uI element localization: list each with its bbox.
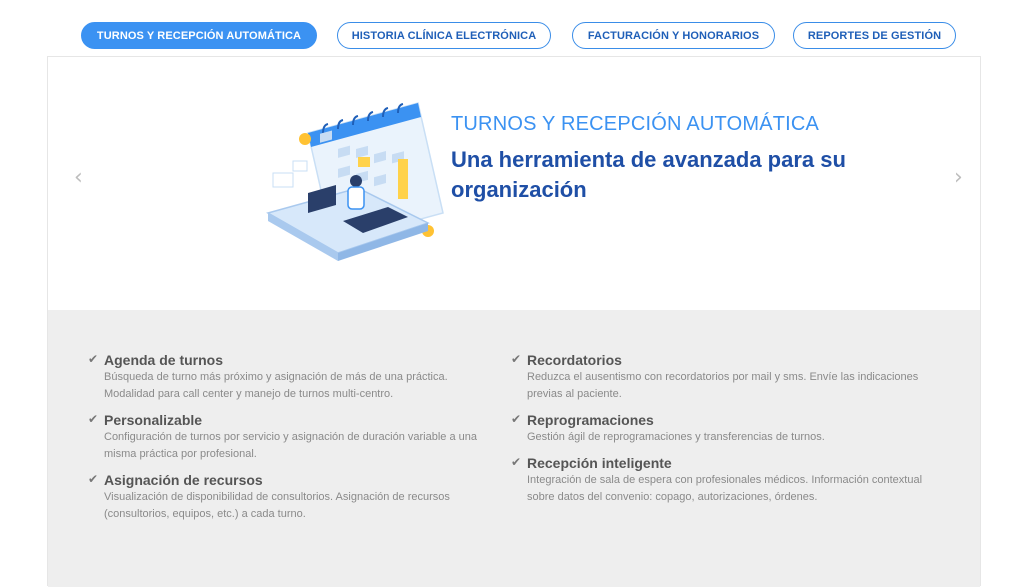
- check-icon: ✔: [88, 472, 99, 486]
- tab-historia-clinica[interactable]: HISTORIA CLÍNICA ELECTRÓNICA: [337, 22, 551, 49]
- check-icon: ✔: [511, 412, 522, 426]
- feature-item: ✔ Asignación de recursos Visualización d…: [88, 472, 498, 523]
- feature-description: Gestión ágil de reprogramaciones y trans…: [527, 431, 825, 443]
- feature-title: Personalizable: [104, 412, 203, 428]
- feature-title: Recepción inteligente: [527, 455, 672, 471]
- feature-description: Visualización de disponibilidad de consu…: [104, 491, 450, 520]
- feature-item: ✔ Agenda de turnos Búsqueda de turno más…: [88, 352, 498, 403]
- check-icon: ✔: [88, 412, 99, 426]
- content-panel: ‹ TURNOS Y RECEPCIÓN AUTOMÁTICA Una herr…: [47, 56, 981, 587]
- feature-title: Recordatorios: [527, 352, 622, 368]
- carousel-prev-arrow-icon[interactable]: ‹: [74, 165, 83, 190]
- carousel: ‹ TURNOS Y RECEPCIÓN AUTOMÁTICA Una herr…: [48, 57, 980, 310]
- feature-item: ✔ Recordatorios Reduzca el ausentismo co…: [511, 352, 931, 403]
- feature-description: Búsqueda de turno más próximo y asignaci…: [104, 371, 448, 400]
- tab-reportes[interactable]: REPORTES DE GESTIÓN: [793, 22, 956, 49]
- feature-title: Reprogramaciones: [527, 412, 654, 428]
- carousel-subtitle: TURNOS Y RECEPCIÓN AUTOMÁTICA: [451, 113, 820, 135]
- calendar-doctor-illustration-icon: [266, 102, 444, 261]
- feature-item: ✔ Recepción inteligente Integración de s…: [511, 455, 931, 506]
- tab-turnos[interactable]: TURNOS Y RECEPCIÓN AUTOMÁTICA: [81, 22, 317, 49]
- carousel-title: Una herramienta de avanzada para su orga…: [451, 147, 846, 202]
- features-right-column: ✔ Recordatorios Reduzca el ausentismo co…: [511, 352, 931, 515]
- features-section: ✔ Agenda de turnos Búsqueda de turno más…: [48, 310, 980, 587]
- features-left-column: ✔ Agenda de turnos Búsqueda de turno más…: [88, 352, 498, 532]
- tab-facturacion[interactable]: FACTURACIÓN Y HONORARIOS: [572, 22, 775, 49]
- carousel-next-arrow-icon[interactable]: ›: [954, 165, 963, 190]
- feature-item: ✔ Reprogramaciones Gestión ágil de repro…: [511, 412, 931, 446]
- feature-description: Reduzca el ausentismo con recordatorios …: [527, 371, 919, 400]
- feature-title: Asignación de recursos: [104, 472, 263, 488]
- feature-tabs: TURNOS Y RECEPCIÓN AUTOMÁTICA HISTORIA C…: [0, 22, 1024, 50]
- check-icon: ✔: [511, 352, 522, 366]
- check-icon: ✔: [511, 455, 522, 469]
- feature-title: Agenda de turnos: [104, 352, 224, 368]
- feature-description: Integración de sala de espera con profes…: [527, 474, 923, 503]
- feature-item: ✔ Personalizable Configuración de turnos…: [88, 412, 498, 463]
- feature-description: Configuración de turnos por servicio y a…: [104, 431, 478, 460]
- check-icon: ✔: [88, 352, 99, 366]
